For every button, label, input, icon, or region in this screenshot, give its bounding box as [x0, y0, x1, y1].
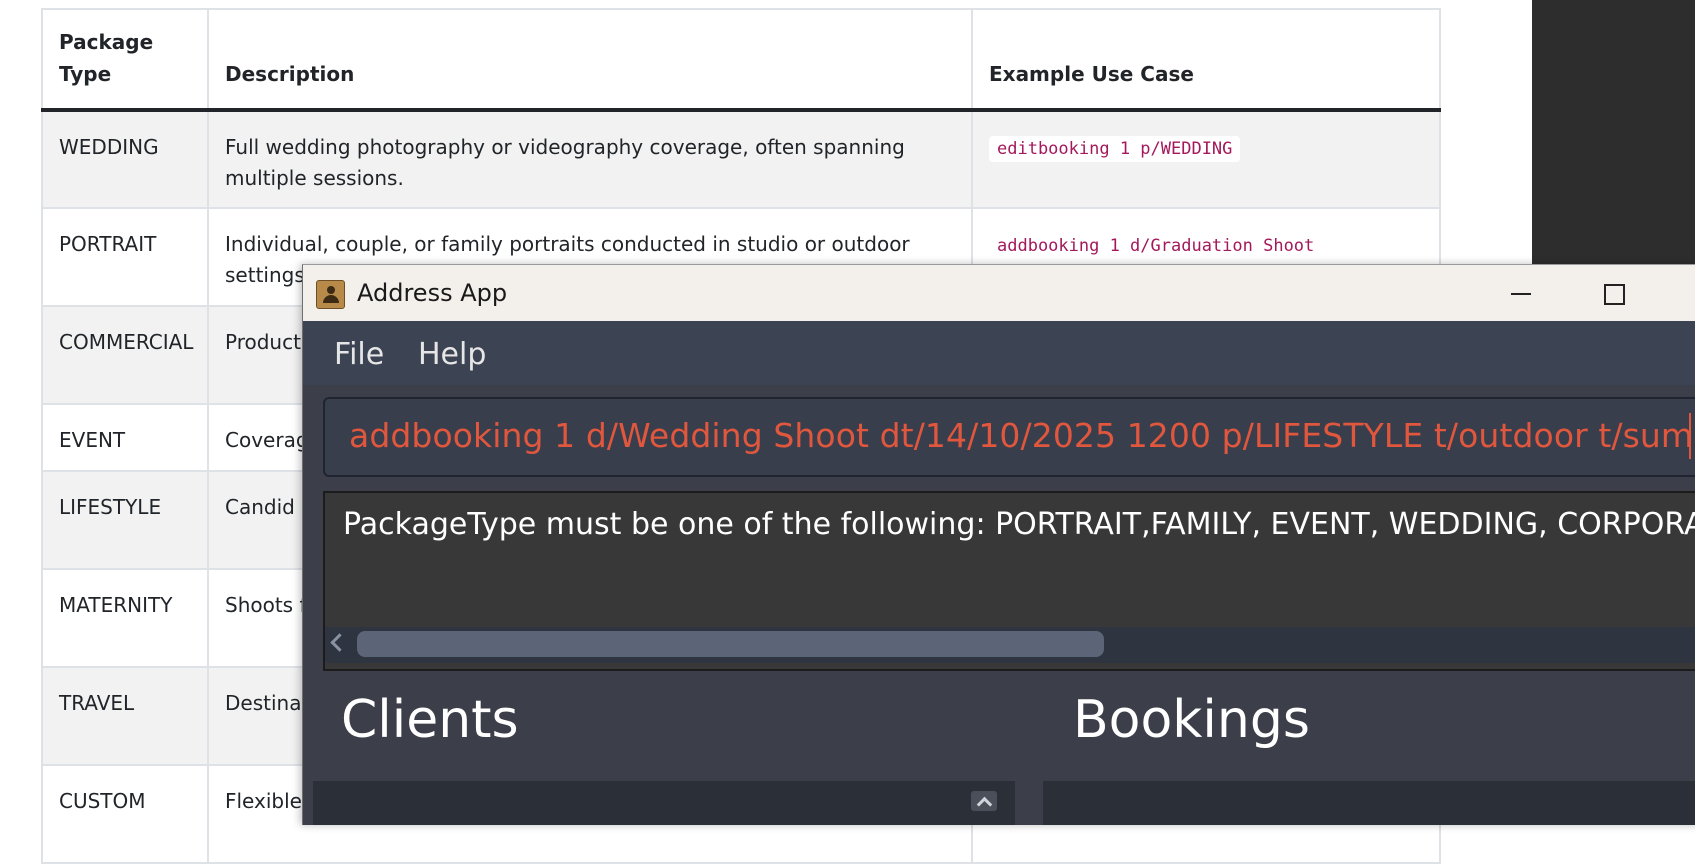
horizontal-scroll-thumb[interactable] [357, 631, 1104, 657]
cell-package-type: LIFESTYLE [41, 470, 209, 570]
cell-description: Full wedding photography or videography … [207, 109, 973, 209]
maximize-icon[interactable] [1604, 284, 1625, 305]
clients-list[interactable] [313, 781, 1015, 825]
command-input[interactable]: addbooking 1 d/Wedding Shoot dt/14/10/20… [323, 397, 1695, 477]
text-caret [1689, 413, 1691, 459]
cell-package-type: COMMERCIAL [41, 305, 209, 405]
table-header-row: Package Type Description Example Use Cas… [41, 8, 1441, 112]
cell-package-type: MATERNITY [41, 568, 209, 668]
menu-help[interactable]: Help [418, 337, 486, 372]
menu-file[interactable]: File [334, 337, 384, 372]
minimize-icon[interactable] [1511, 293, 1531, 295]
cell-package-type: WEDDING [41, 109, 209, 209]
title-bar[interactable]: Address App [303, 265, 1695, 321]
cell-example: editbooking 1 p/WEDDING [971, 109, 1441, 209]
main-content: addbooking 1 d/Wedding Shoot dt/14/10/20… [303, 385, 1695, 825]
bookings-list[interactable] [1043, 781, 1695, 825]
address-app-window[interactable]: Address App File Help addbooking 1 d/Wed… [302, 264, 1695, 825]
cell-package-type: PORTRAIT [41, 207, 209, 307]
cell-package-type: CUSTOM [41, 764, 209, 864]
clients-heading: Clients [341, 690, 519, 750]
command-input-text: addbooking 1 d/Wedding Shoot dt/14/10/20… [349, 416, 1695, 455]
header-package-type: Package Type [41, 8, 209, 112]
app-address-book-icon [316, 280, 345, 309]
menu-bar: File Help [303, 321, 1695, 385]
scroll-up-icon[interactable] [971, 791, 997, 811]
scroll-left-icon[interactable] [330, 633, 349, 652]
result-display[interactable]: PackageType must be one of the following… [323, 491, 1695, 671]
cell-package-type: TRAVEL [41, 666, 209, 766]
bookings-heading: Bookings [1073, 690, 1310, 750]
example-code: editbooking 1 p/WEDDING [989, 136, 1241, 162]
result-message: PackageType must be one of the following… [343, 507, 1695, 542]
header-example-use-case: Example Use Case [971, 8, 1441, 112]
horizontal-scrollbar[interactable] [325, 627, 1695, 663]
table-row: WEDDING Full wedding photography or vide… [41, 109, 1441, 209]
window-title: Address App [357, 279, 508, 307]
cell-package-type: EVENT [41, 403, 209, 472]
header-description: Description [207, 8, 973, 112]
